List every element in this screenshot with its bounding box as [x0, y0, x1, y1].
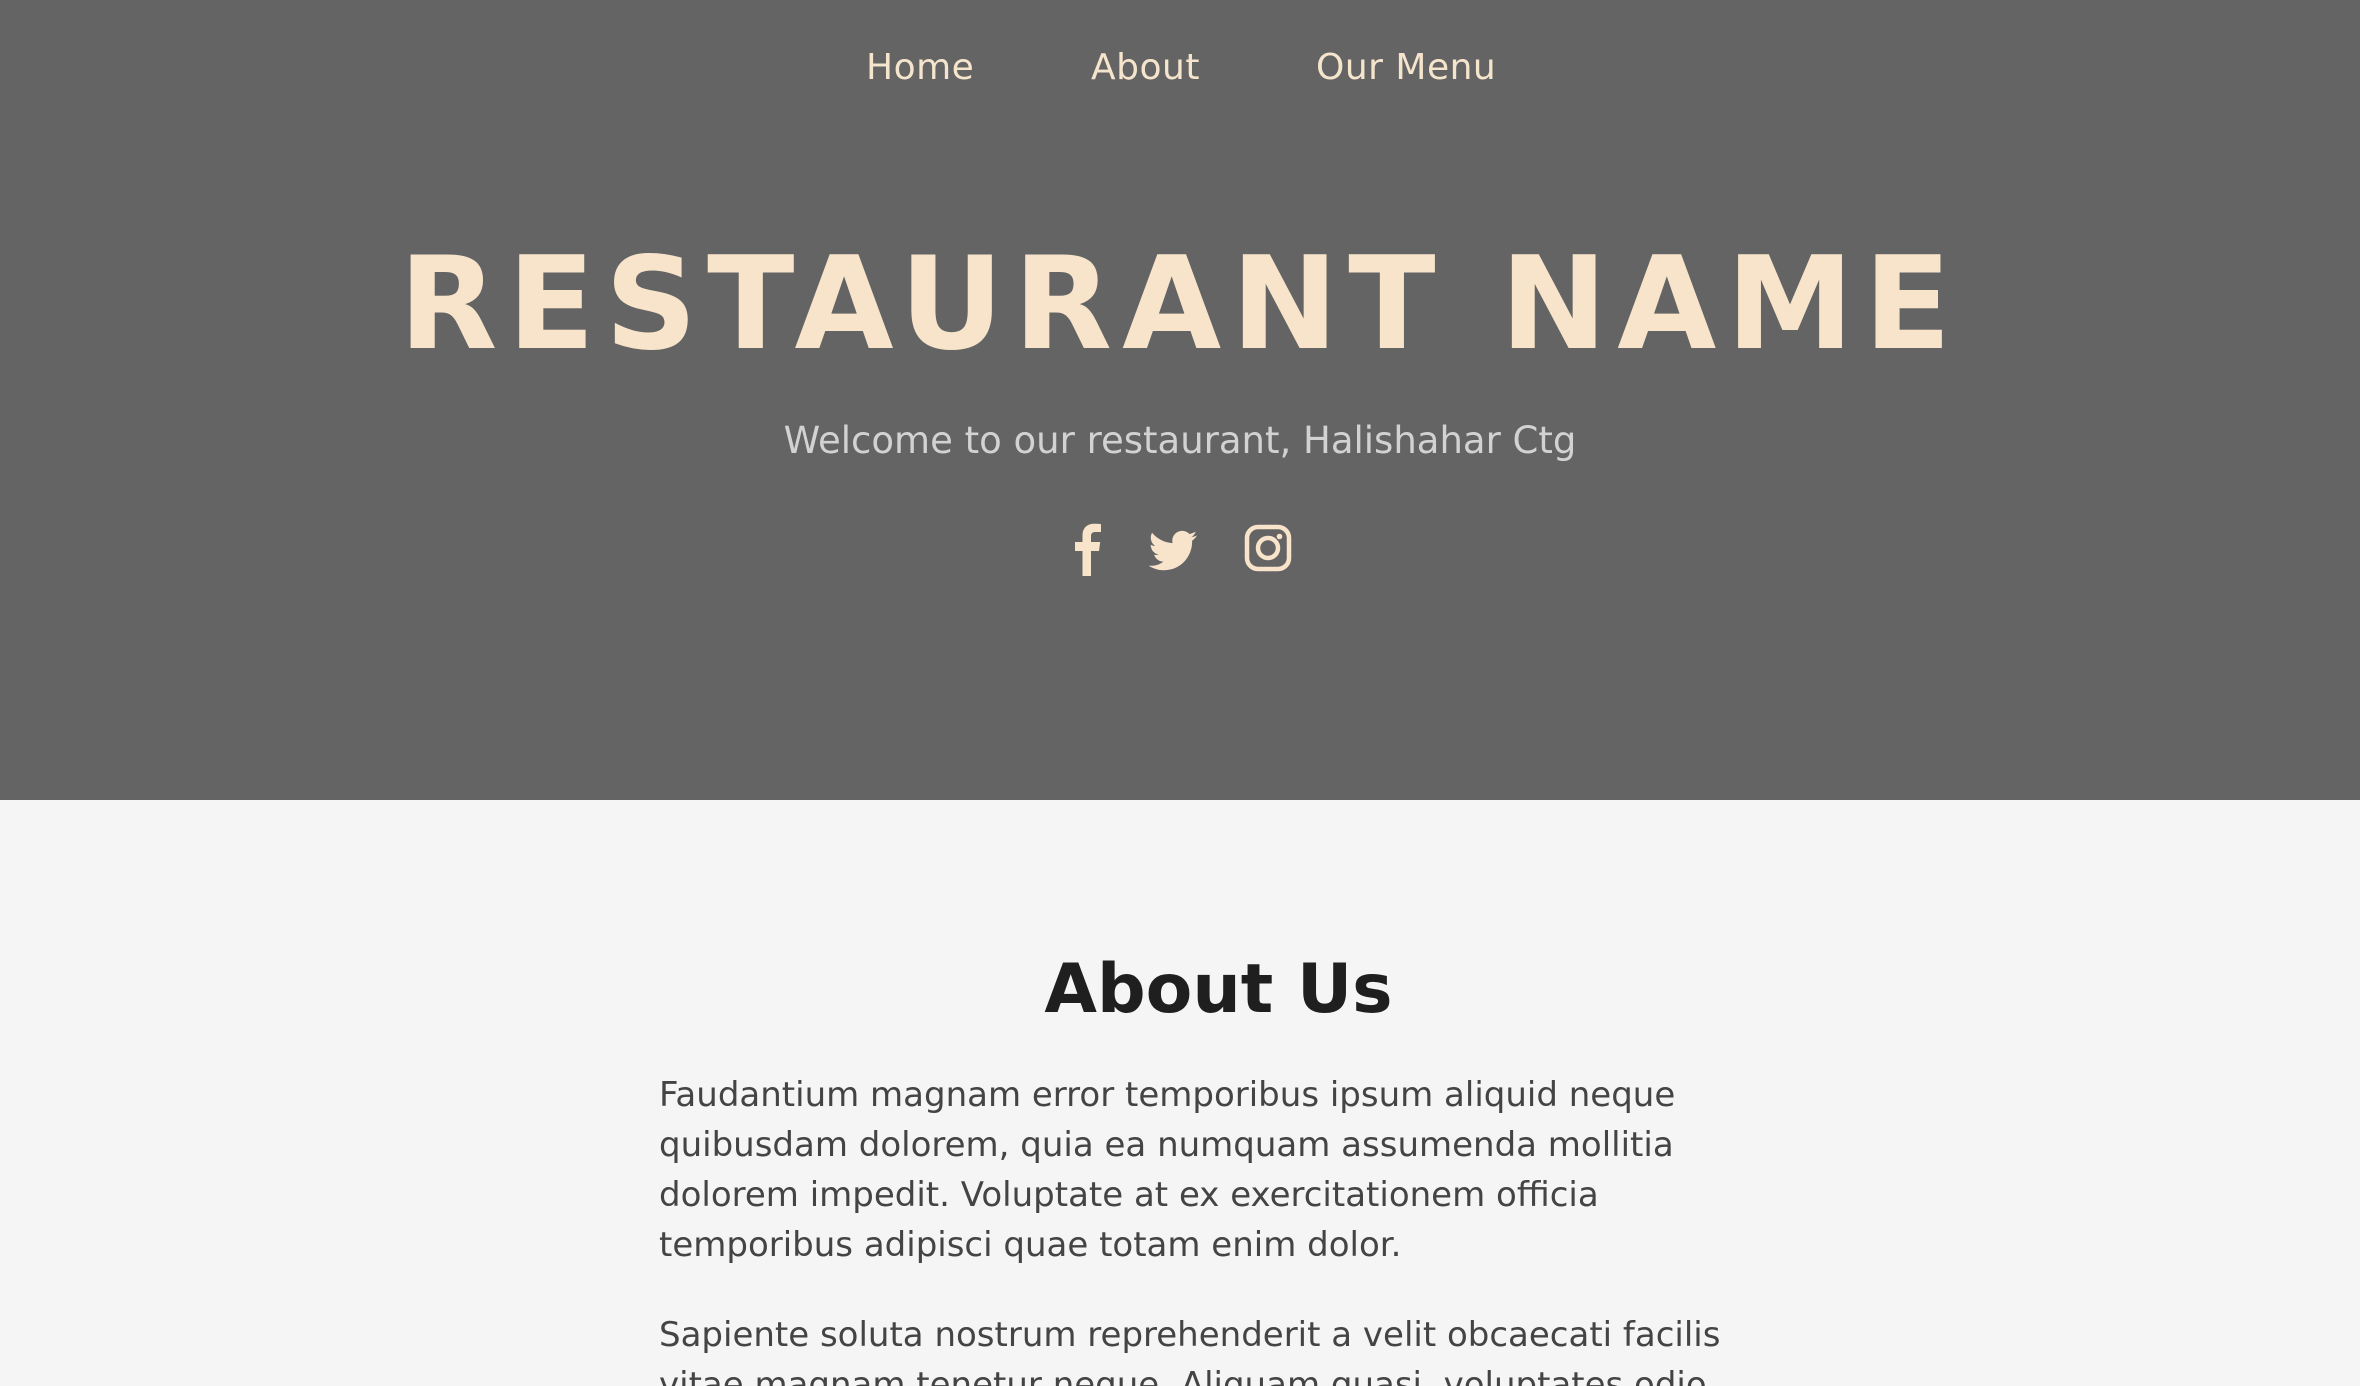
- nav-link-about[interactable]: About: [1091, 44, 1200, 92]
- instagram-icon[interactable]: [1242, 520, 1294, 576]
- facebook-icon[interactable]: [1062, 520, 1114, 576]
- nav-link-home[interactable]: Home: [866, 44, 974, 92]
- about-paragraph-2: Sapiente soluta nostrum reprehenderit a …: [659, 1315, 1721, 1386]
- main-nav: Home About Our Menu: [0, 44, 2360, 92]
- nav-link-our-menu[interactable]: Our Menu: [1316, 44, 1496, 92]
- about-title: About Us: [1044, 950, 1393, 1029]
- restaurant-title: RESTAURANT NAME: [398, 230, 1962, 379]
- about-section: About Us Faudantium magnam error tempori…: [0, 800, 2360, 1386]
- social-links: [1062, 520, 1298, 576]
- hero-subtitle: Welcome to our restaurant, Halishahar Ct…: [783, 419, 1577, 462]
- hero-section: Home About Our Menu RESTAURANT NAME Welc…: [0, 0, 2360, 800]
- twitter-icon[interactable]: [1147, 520, 1199, 576]
- about-paragraph-1: Faudantium magnam error temporibus ipsum…: [659, 1075, 1676, 1265]
